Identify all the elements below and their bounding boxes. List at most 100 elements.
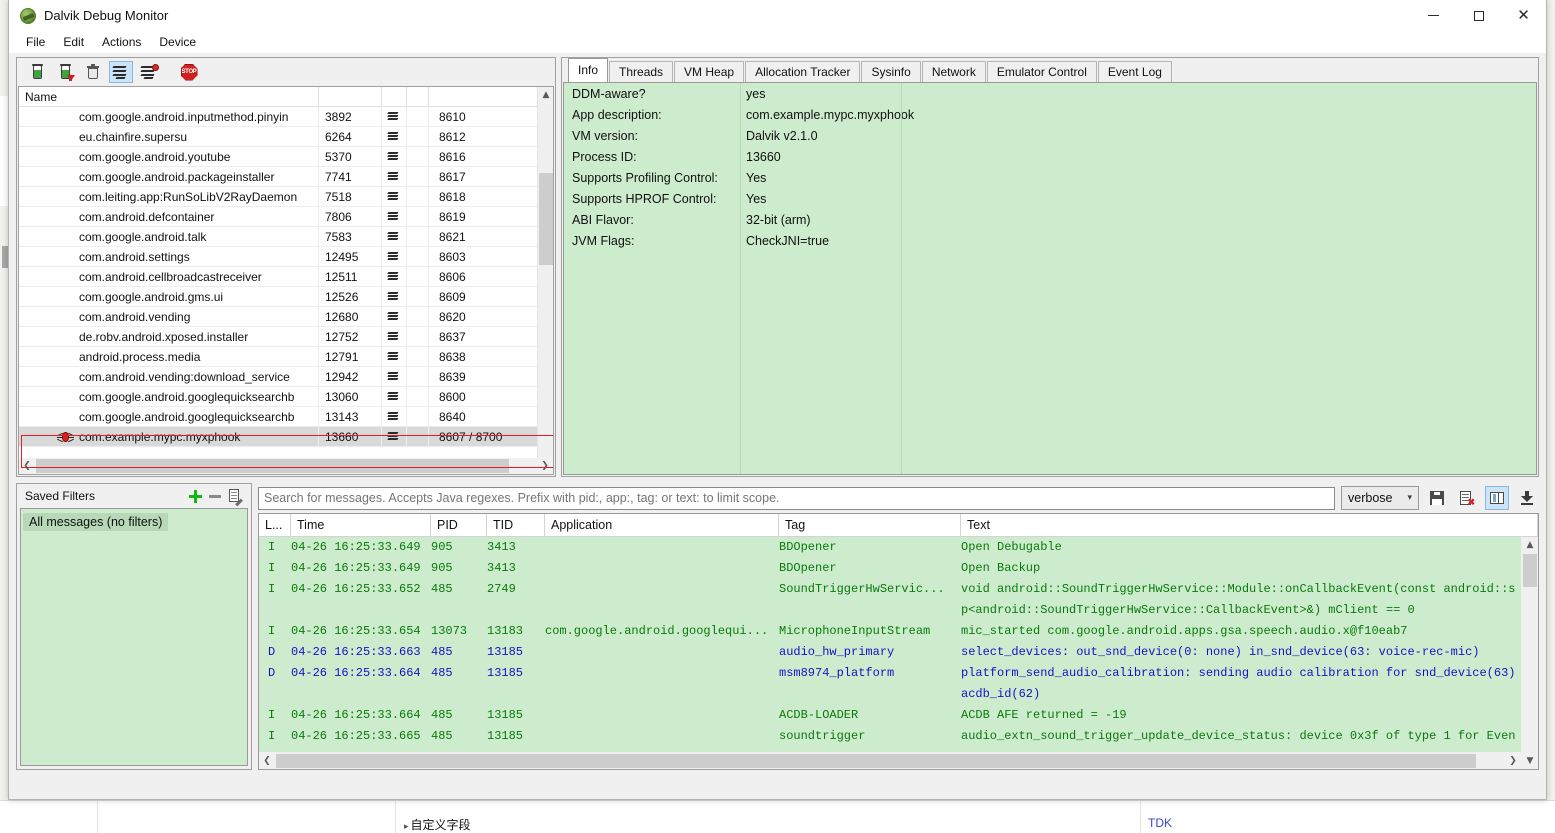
tab-emulator-control[interactable]: Emulator Control	[986, 61, 1097, 82]
filter-item-all-messages[interactable]: All messages (no filters)	[23, 513, 169, 531]
log-row[interactable]: I 04-26 16:25:33.652 485 2749 SoundTriggerHw…	[259, 579, 1521, 600]
devices-scroll-up-arrow[interactable]: ▲	[538, 87, 553, 103]
process-pid: 7583	[319, 227, 382, 246]
log-row[interactable]: I 04-26 16:25:33.649 905 3413 BDOpener Open D…	[259, 537, 1521, 558]
tab-event-log[interactable]: Event Log	[1097, 61, 1172, 82]
log-row[interactable]: I 04-26 16:25:33.649 905 3413 BDOpener Open B…	[259, 558, 1521, 579]
devices-scroll-left-arrow[interactable]: ❮	[19, 458, 35, 474]
logcat-scroll-thumb[interactable]	[1523, 554, 1537, 587]
process-pid: 12511	[319, 267, 382, 286]
start-method-profiling-button[interactable]	[137, 61, 161, 83]
log-tid: 13185	[487, 729, 524, 743]
heap-dump-button[interactable]	[25, 61, 49, 83]
tab-vm-heap[interactable]: VM Heap	[674, 61, 745, 82]
log-row[interactable]: D 04-26 16:25:33.664 485 13185 msm8974_platf…	[259, 663, 1521, 684]
tab-network[interactable]: Network	[921, 61, 986, 82]
update-threads-button[interactable]	[109, 61, 133, 83]
logcat-scroll-up-arrow[interactable]: ▲	[1522, 537, 1538, 553]
log-level-select[interactable]: verbose ▾	[1341, 486, 1419, 510]
log-application	[545, 663, 779, 684]
devices-horizontal-scrollbar[interactable]: ❮ ❯	[19, 458, 553, 474]
table-row[interactable]: com.google.android.googlequicksearchb 131…	[19, 407, 553, 427]
maximize-button[interactable]	[1456, 0, 1501, 31]
logcat-col-time[interactable]: Time	[291, 514, 431, 536]
log-level: D	[268, 645, 276, 659]
log-text: void android::SoundTriggerHwService::Mod…	[961, 582, 1516, 596]
table-row[interactable]: com.google.android.gms.ui 12526 8609	[19, 287, 553, 307]
logcat-col-tid[interactable]: TID	[487, 514, 545, 536]
halt-vm-button[interactable]	[81, 61, 105, 83]
devices-toolbar: STOP	[17, 58, 555, 86]
logcat-scroll-left-arrow[interactable]: ❮	[259, 753, 275, 769]
table-row[interactable]: com.leiting.app:RunSoLibV2RayDaemon 7518 8…	[19, 187, 553, 207]
info-field-label: Process ID:	[572, 149, 637, 164]
log-row[interactable]: D 04-26 16:25:33.663 485 13185 audio_hw_prim…	[259, 642, 1521, 663]
stop-process-button[interactable]: STOP	[177, 61, 201, 83]
table-row[interactable]: com.android.vending 12680 8620	[19, 307, 553, 327]
menu-edit[interactable]: Edit	[54, 33, 93, 51]
logcat-horizontal-scrollbar[interactable]: ❮ ❯	[259, 752, 1521, 769]
logcat-col-pid[interactable]: PID	[431, 514, 487, 536]
close-button[interactable]: ✕	[1501, 0, 1546, 31]
log-pid	[431, 684, 487, 705]
logcat-scroll-down-arrow[interactable]: ▼	[1522, 753, 1538, 769]
table-row[interactable]: eu.chainfire.supersu 6264 8612	[19, 127, 553, 147]
devices-hscroll-thumb[interactable]	[36, 459, 509, 473]
devices-col-pid[interactable]	[319, 87, 382, 106]
log-row[interactable]: p<android::SoundTriggerHwService::Callba…	[259, 600, 1521, 621]
logcat-vertical-scrollbar[interactable]: ▲ ▼	[1521, 537, 1538, 769]
table-row[interactable]: com.google.android.talk 7583 8621	[19, 227, 553, 247]
devices-col-name[interactable]: Name	[19, 87, 319, 106]
table-row[interactable]: com.google.android.youtube 5370 8616	[19, 147, 553, 167]
background-window: ▸ 自定义字段 TDK	[0, 800, 1555, 833]
devices-col-spacer[interactable]	[407, 87, 429, 106]
devices-col-port[interactable]	[429, 87, 549, 106]
menu-file[interactable]: File	[17, 33, 54, 51]
table-row[interactable]: com.android.cellbroadcastreceiver 12511 86…	[19, 267, 553, 287]
cause-gc-button[interactable]	[53, 61, 77, 83]
saved-filters-title: Saved Filters	[25, 489, 96, 503]
devices-col-threads[interactable]	[382, 87, 407, 106]
tab-threads[interactable]: Threads	[609, 61, 674, 82]
table-row[interactable]: com.android.defcontainer 7806 8619	[19, 207, 553, 227]
remove-filter-button[interactable]	[205, 487, 225, 505]
menu-device[interactable]: Device	[150, 33, 205, 51]
process-port: 8621	[429, 227, 549, 246]
menu-actions[interactable]: Actions	[93, 33, 150, 51]
tab-info[interactable]: Info	[568, 58, 609, 82]
table-row[interactable]: com.example.mypc.myxphook 13660 8607 / 870…	[19, 427, 553, 447]
tab-allocation-tracker[interactable]: Allocation Tracker	[745, 61, 861, 82]
add-filter-button[interactable]	[185, 487, 205, 505]
devices-scroll-thumb[interactable]	[539, 173, 553, 265]
table-row[interactable]: com.android.settings 12495 8603	[19, 247, 553, 267]
logcat-col-level[interactable]: L...	[259, 514, 291, 536]
clear-log-button[interactable]: ✖	[1455, 486, 1479, 510]
search-input[interactable]	[258, 486, 1335, 510]
devices-scroll-right-arrow[interactable]: ❯	[537, 458, 553, 474]
process-name: com.leiting.app:RunSoLibV2RayDaemon	[19, 187, 319, 206]
edit-filter-button[interactable]	[225, 487, 245, 507]
table-row[interactable]: com.google.android.inputmethod.pinyin 389…	[19, 107, 553, 127]
table-row[interactable]: de.robv.android.xposed.installer 12752 863…	[19, 327, 553, 347]
log-row[interactable]: I 04-26 16:25:33.654 13073 13183 com.google.…	[259, 621, 1521, 642]
table-row[interactable]: com.google.android.packageinstaller 7741 8…	[19, 167, 553, 187]
minimize-button[interactable]	[1411, 0, 1456, 31]
table-row[interactable]: com.google.android.googlequicksearchb 130…	[19, 387, 553, 407]
logcat-scroll-right-arrow[interactable]: ❯	[1505, 753, 1521, 769]
log-row[interactable]: I 04-26 16:25:33.664 485 13185 ACDB-LOADER AC…	[259, 705, 1521, 726]
logcat-col-text[interactable]: Text	[961, 514, 1538, 536]
log-row[interactable]: I 04-26 16:25:33.665 485 13185 soundtrigger a…	[259, 726, 1521, 747]
devices-vertical-scrollbar[interactable]: ▲ ▼	[537, 87, 553, 474]
logcat-col-tag[interactable]: Tag	[779, 514, 961, 536]
log-tid: 2749	[487, 582, 516, 596]
save-log-button[interactable]	[1425, 486, 1449, 510]
table-row[interactable]: com.android.vending:download_service 1294…	[19, 367, 553, 387]
process-threads-cell	[382, 127, 407, 146]
scroll-to-bottom-button[interactable]	[1515, 486, 1539, 510]
logcat-col-application[interactable]: Application	[545, 514, 779, 536]
tab-sysinfo[interactable]: Sysinfo	[861, 61, 921, 82]
log-row[interactable]: acdb_id(62)	[259, 684, 1521, 705]
logcat-hscroll-thumb[interactable]	[276, 754, 1476, 768]
display-columns-button[interactable]	[1485, 486, 1509, 510]
table-row[interactable]: android.process.media 12791 8638	[19, 347, 553, 367]
